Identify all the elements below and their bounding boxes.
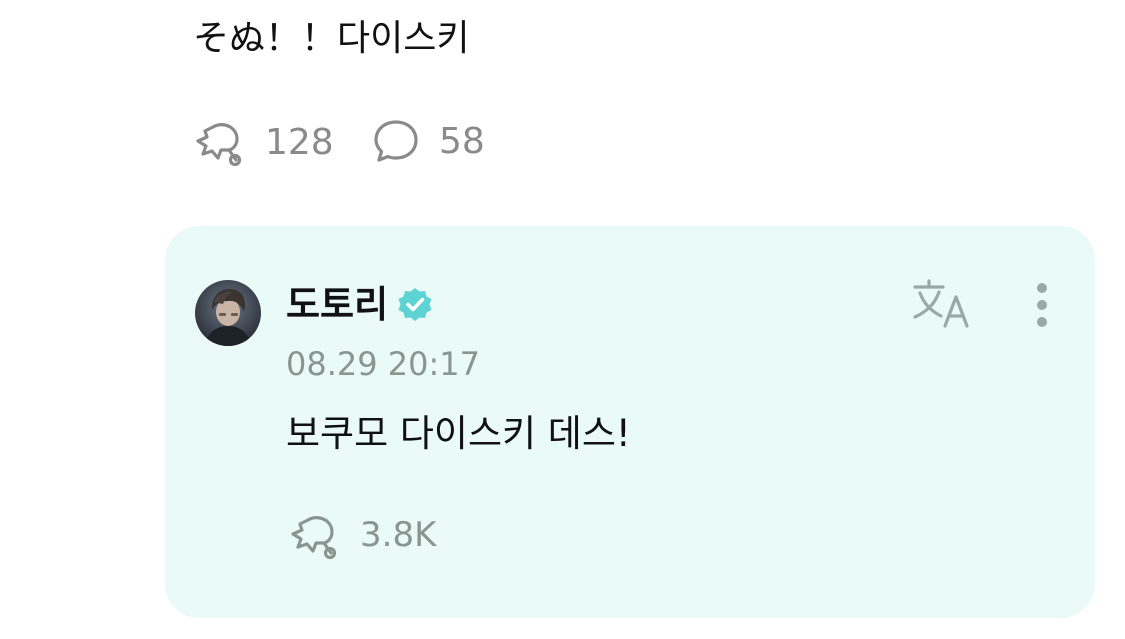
reply-like-button[interactable]: 3.8K: [288, 511, 436, 559]
reply-timestamp: 08.29 20:17: [286, 345, 480, 383]
post-comment-count: 58: [439, 120, 485, 162]
translate-icon: [913, 279, 969, 328]
post-comment-button[interactable]: 58: [373, 118, 485, 164]
more-vertical-icon: [1037, 283, 1047, 327]
reply-like-count: 3.8K: [360, 515, 437, 555]
reply-author[interactable]: 도토리: [286, 280, 434, 330]
post-thread: そぬ！！다이스키 128 58 도토리 08.29 20:17 보쿠모 다이스키…: [0, 0, 1125, 639]
reply-card: 도토리 08.29 20:17 보쿠모 다이스키 데스! 3.8K: [165, 226, 1095, 618]
like-bubble-icon: [291, 516, 337, 559]
like-bubble-icon: [196, 123, 242, 166]
more-options-button[interactable]: [1029, 282, 1055, 332]
post-like-count: 128: [265, 121, 334, 163]
verified-badge-icon: [398, 288, 432, 321]
reply-text: 보쿠모 다이스키 데스!: [286, 412, 631, 455]
username-text: 도토리: [286, 283, 389, 326]
post-text: そぬ！！다이스키: [193, 18, 470, 59]
translate-button[interactable]: [911, 278, 973, 330]
comment-bubble-icon: [374, 120, 418, 162]
post-like-button[interactable]: 128: [193, 118, 334, 166]
avatar-image: [195, 280, 261, 346]
avatar[interactable]: [195, 280, 261, 346]
